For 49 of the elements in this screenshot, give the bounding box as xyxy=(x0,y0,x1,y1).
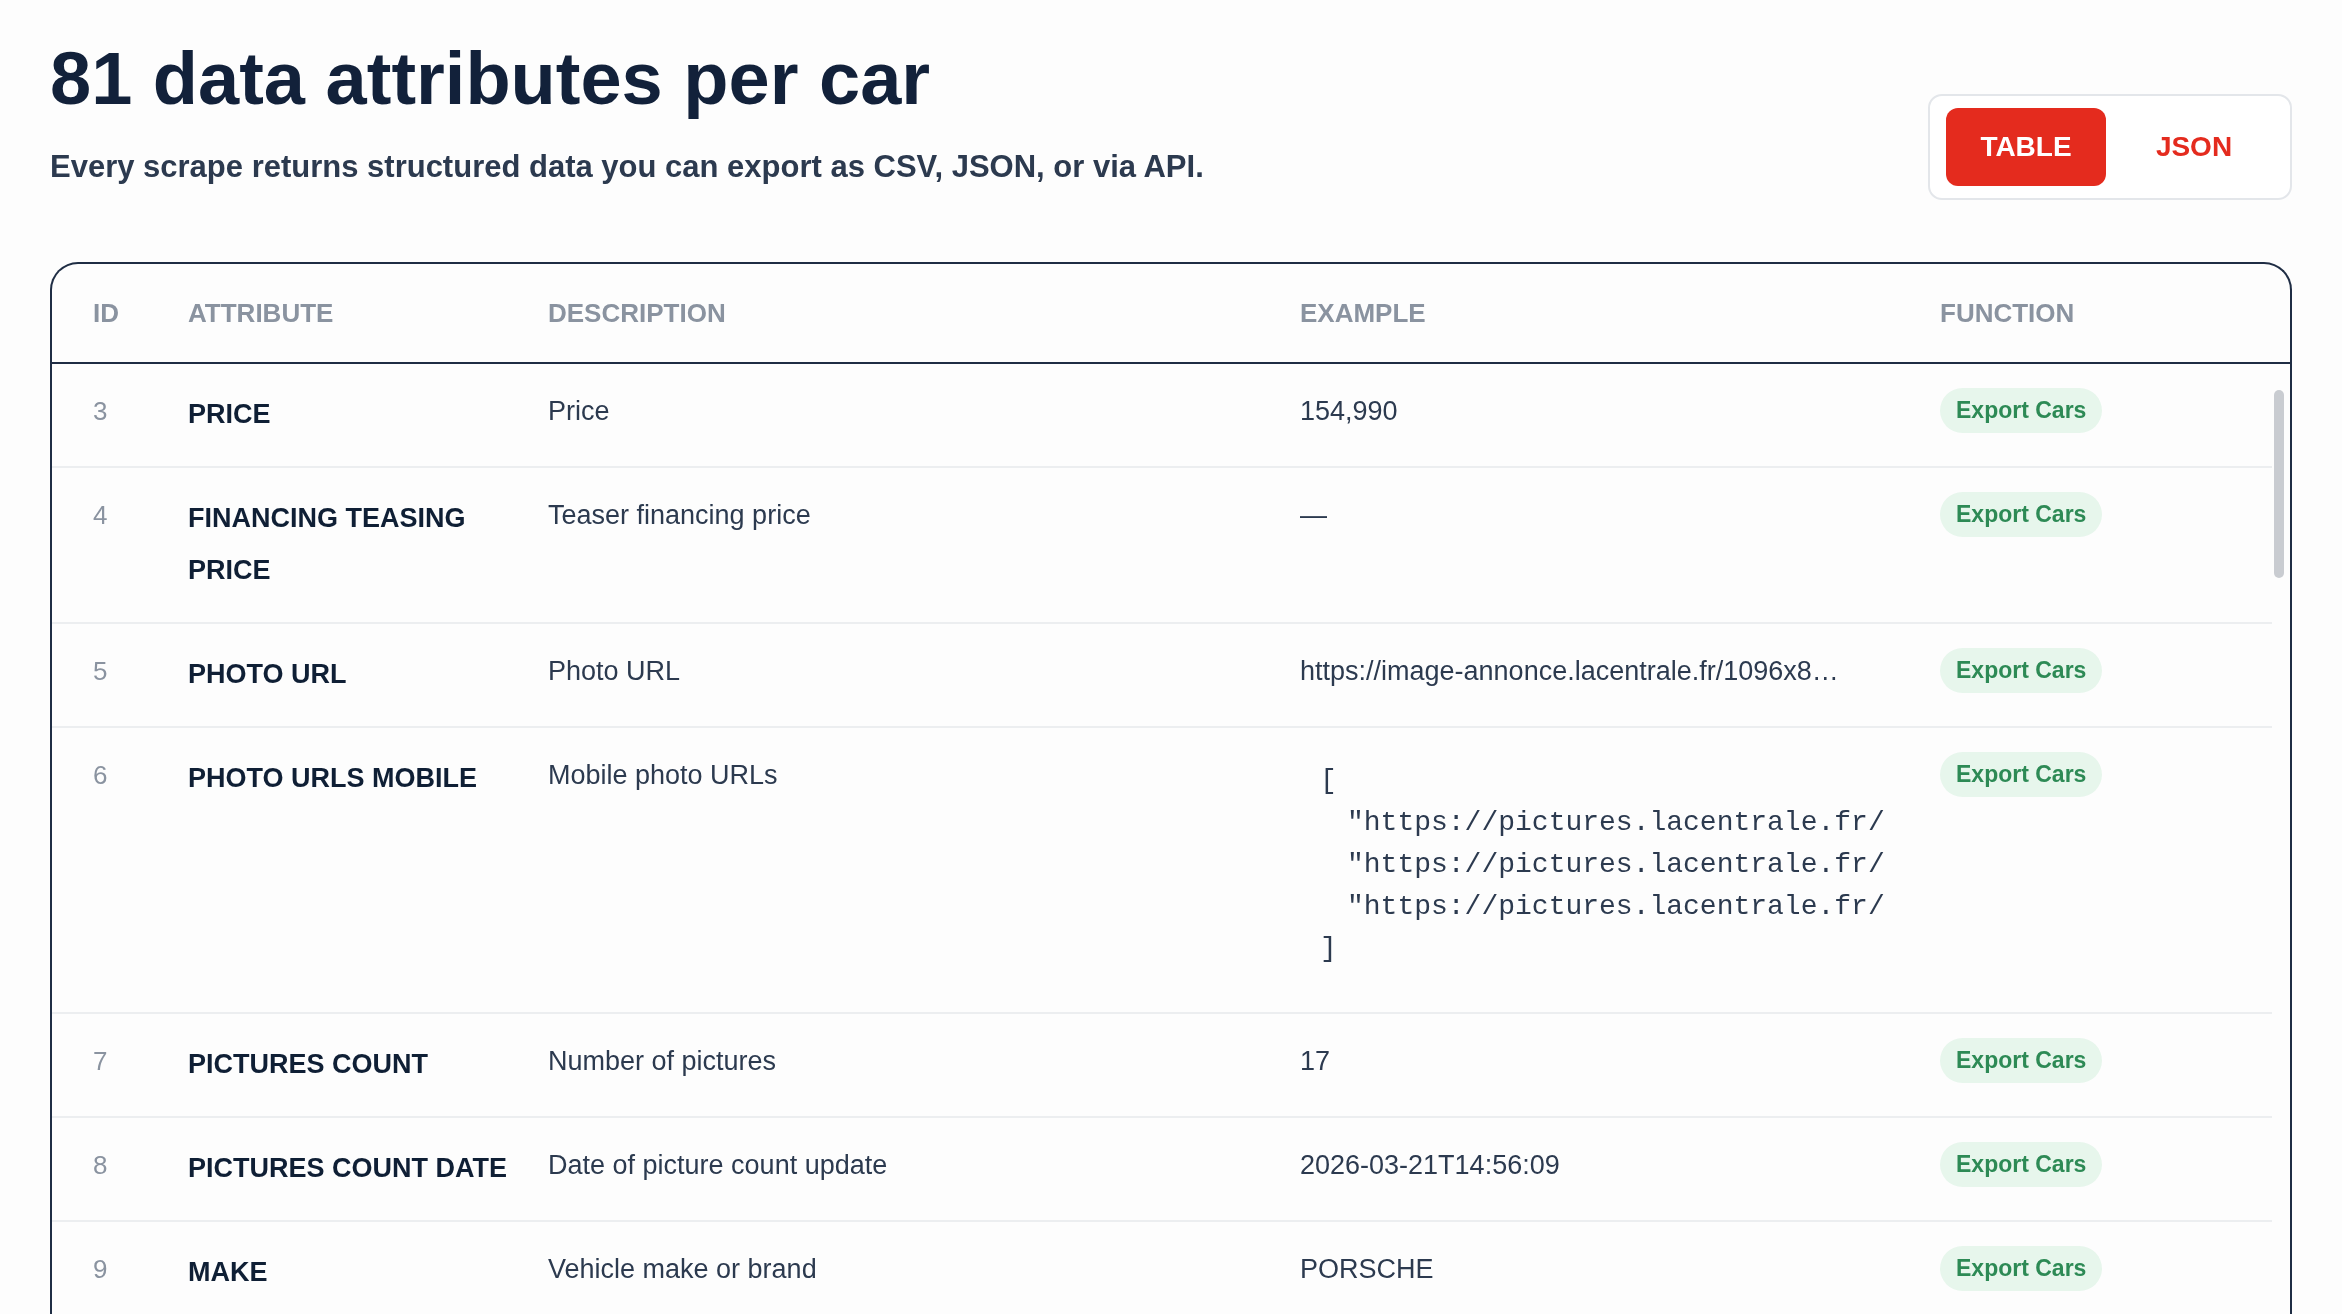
attribute-cell-text: MAKE xyxy=(188,1256,269,1289)
description-cell: Number of pictures xyxy=(548,1046,777,1077)
description-cell: Photo URL xyxy=(548,656,681,687)
attribute-cell-text: FINANCING TEASING PRICE xyxy=(188,502,467,587)
function-tag: Export Cars xyxy=(1940,1038,2103,1083)
id-cell: 8 xyxy=(93,1150,108,1181)
function-tag: Export Cars xyxy=(1940,752,2103,797)
example-cell: 2026-03-21T14:56:09 xyxy=(1300,1150,1560,1181)
scrollbar-thumb[interactable] xyxy=(2274,390,2284,578)
id-cell: 7 xyxy=(93,1046,108,1077)
function-tag: Export Cars xyxy=(1940,1142,2103,1187)
function-tag: Export Cars xyxy=(1940,1246,2103,1291)
attribute-cell-text: PHOTO URL xyxy=(188,658,348,691)
code-line: "https://pictures.lacentrale.fr/ xyxy=(1347,890,1885,924)
column-header: EXAMPLE xyxy=(1300,297,1426,329)
id-cell: 5 xyxy=(93,656,108,687)
id-cell: 3 xyxy=(93,396,108,427)
example-cell: PORSCHE xyxy=(1300,1254,1434,1285)
column-header: FUNCTION xyxy=(1940,297,2075,329)
attribute-cell-text: PICTURES COUNT xyxy=(188,1048,429,1081)
example-cell: 154,990 xyxy=(1300,396,1398,427)
column-header: ATTRIBUTE xyxy=(188,297,334,329)
attribute-cell-text: PHOTO URLS MOBILE xyxy=(188,762,478,795)
id-cell: 6 xyxy=(93,760,108,791)
description-cell: Vehicle make or brand xyxy=(548,1254,817,1285)
description-cell: Mobile photo URLs xyxy=(548,760,778,791)
example-cell: https://image-annonce.lacentrale.fr/1096x8… xyxy=(1300,656,1839,687)
function-tag: Export Cars xyxy=(1940,388,2103,433)
attribute-cell-text: PICTURES COUNT DATE xyxy=(188,1152,508,1185)
code-line: "https://pictures.lacentrale.fr/ xyxy=(1347,848,1885,882)
description-cell: Price xyxy=(548,396,610,427)
column-header: ID xyxy=(93,297,119,329)
view-tab[interactable]: TABLE xyxy=(1946,108,2106,186)
description-cell: Date of picture count update xyxy=(548,1150,888,1181)
view-tab[interactable]: JSON xyxy=(2114,108,2274,186)
example-cell: 17 xyxy=(1300,1046,1331,1077)
code-line: ] xyxy=(1320,932,1337,966)
function-tag: Export Cars xyxy=(1940,492,2103,537)
id-cell: 9 xyxy=(93,1254,108,1285)
code-line: "https://pictures.lacentrale.fr/ xyxy=(1347,806,1885,840)
column-header: DESCRIPTION xyxy=(548,297,726,329)
id-cell: 4 xyxy=(93,500,108,531)
attribute-cell-text: PRICE xyxy=(188,398,272,431)
function-tag: Export Cars xyxy=(1940,648,2103,693)
page-subtitle: Every scrape returns structured data you can export as CSV, JSON, or via API. xyxy=(50,149,1204,186)
example-cell: — xyxy=(1300,500,1327,531)
description-cell: Teaser financing price xyxy=(548,500,811,531)
page-title: 81 data attributes per car xyxy=(50,36,932,122)
code-line: [ xyxy=(1320,764,1337,798)
